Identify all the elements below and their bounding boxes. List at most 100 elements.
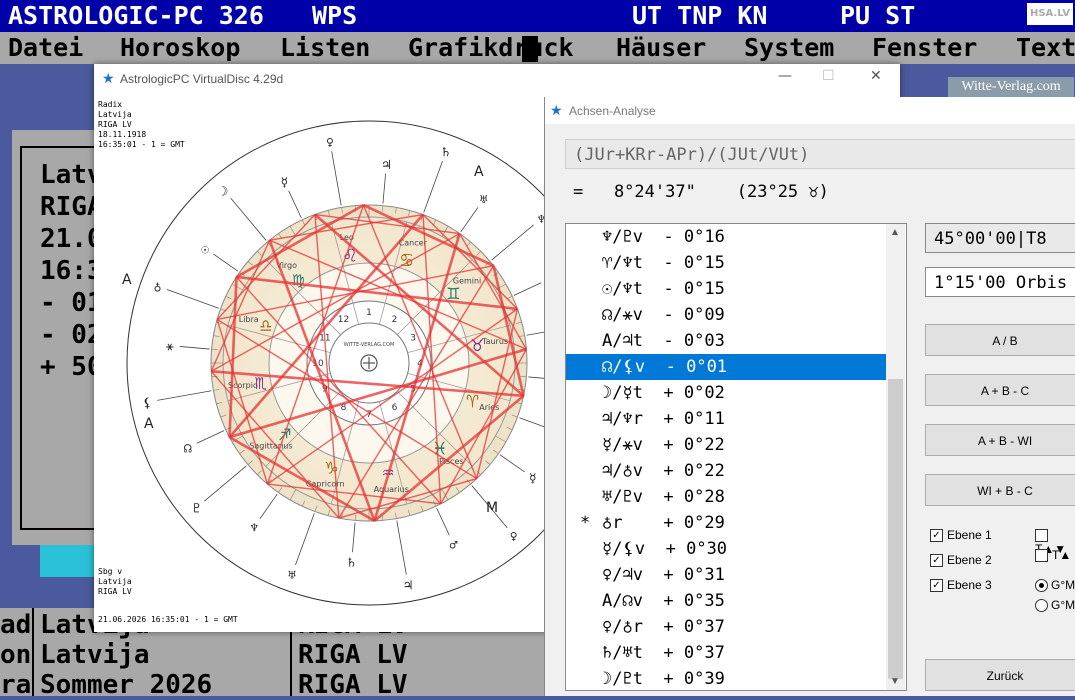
ebene-1-checkbox[interactable]: ✓ Ebene 1 (930, 528, 992, 543)
aspect-list-row[interactable]: ☽/♇t + 0°39 (566, 666, 886, 690)
checkbox-icon[interactable] (1035, 529, 1048, 543)
angle-field[interactable]: 45°00'00|T8 (925, 223, 1075, 253)
menu-text[interactable]: Text (1016, 33, 1075, 63)
a-plus-b-minus-c-button[interactable]: A + B - C (925, 374, 1075, 406)
analysis-titlebar: ★ Achsen-Analyse (545, 97, 1075, 124)
aspect-list-row[interactable]: ♀/♃v + 0°31 (566, 562, 886, 588)
status-indicator-2: PU ST (840, 1, 916, 30)
aspect-list-row[interactable]: ☊/⚸v - 0°01 (566, 354, 886, 380)
planet-pointer (331, 151, 342, 206)
scroll-up-icon[interactable]: ▲ (890, 227, 900, 238)
row-text: ☊/⚸v - 0°01 (602, 357, 728, 377)
planet-pointer (460, 207, 479, 233)
hsa-badge: HSA.LV (1027, 3, 1073, 25)
planet-glyph-icon: ☿ (281, 176, 289, 191)
menu-listen[interactable]: Listen (280, 33, 370, 63)
menu-system[interactable]: System (744, 33, 834, 63)
menu-datei[interactable]: Datei (8, 33, 83, 63)
radio-on-icon[interactable] (1035, 579, 1048, 593)
planet-pointer (352, 522, 356, 553)
checkbox-icon[interactable]: ✓ (930, 529, 943, 543)
scroll-down-icon[interactable]: ▼ (890, 676, 900, 687)
aspect-list-row[interactable]: ♅/♇v + 0°28 (566, 484, 886, 510)
aspect-list-row[interactable]: ☿/⚹v + 0°22 (566, 432, 886, 458)
row-text: ♄/♅t + 0°37 (602, 643, 725, 663)
app-title: ASTROLOGIC-PC 326 (8, 1, 264, 30)
ebene-3-checkbox[interactable]: ✓ Ebene 3 (930, 578, 992, 593)
axis-analysis-window: ★ Achsen-Analyse (JUr+KRr-APr)/(JUt/VUt)… (544, 97, 1075, 696)
planet-pointer (499, 454, 525, 473)
planet-glyph-icon: ♀ (326, 135, 334, 150)
house-number: 1 (366, 308, 372, 318)
sign-name: Cancer (399, 239, 428, 248)
aspect-list-row[interactable]: ☿/⚸v + 0°30 (566, 536, 886, 562)
checkbox-icon[interactable]: ✓ (930, 554, 943, 568)
checkbox-icon[interactable]: ✓ (930, 579, 943, 593)
divider (32, 608, 34, 696)
aspect-list-row[interactable]: A/☊v + 0°35 (566, 588, 886, 614)
back-button[interactable]: Zurück (925, 659, 1075, 691)
axis-letter-a-lower: A (144, 416, 154, 432)
planet-pointer (213, 253, 239, 272)
menu-fenster[interactable]: Fenster (872, 33, 977, 63)
aspect-list-row[interactable]: ☽/☿t + 0°02 (566, 380, 886, 406)
aspect-list-row[interactable]: ♃/♆r + 0°11 (566, 406, 886, 432)
axis-letter-m-lower: M (486, 500, 499, 516)
formula-field[interactable]: (JUr+KRr-APr)/(JUt/VUt) (565, 139, 1075, 169)
a-b-button[interactable]: A / B (925, 324, 1075, 356)
planet-pointer (423, 160, 443, 213)
sign-glyph-icon: ♍ (292, 267, 304, 291)
orbis-field[interactable]: 1°15'00 Orbis (925, 267, 1075, 297)
sign-glyph-icon: ♎ (260, 313, 272, 337)
close-button[interactable]: ✕ (870, 68, 882, 84)
horoscope-wheel: 456789101112123 Leo♌Virgo♍Libra♎Scorpio♏… (126, 120, 564, 606)
planet-pointer (230, 198, 267, 241)
aspect-list-row[interactable]: ♄/♅t + 0°37 (566, 640, 886, 666)
publisher-link[interactable]: Witte-Verlag.com (948, 77, 1074, 97)
wi-plus-b-minus-c-button[interactable]: WI + B - C (925, 474, 1075, 506)
checkbox-label: Ebene 3 (947, 578, 992, 592)
list-scrollbar[interactable]: ▲ ▼ (886, 224, 905, 690)
planet-glyph-icon: ♄ (348, 556, 356, 571)
row-text: ♀/♁r + 0°37 (602, 617, 725, 637)
a-plus-b-minus-wi-button[interactable]: A + B - WI (925, 424, 1075, 456)
gm-radio-1[interactable]: G°M (1035, 578, 1075, 593)
planet-glyph-icon: ♃ (383, 158, 391, 173)
app-star-icon: ★ (550, 102, 563, 118)
aspect-list-row[interactable]: ♃/♁v + 0°22 (566, 458, 886, 484)
row-text: ☽/☿t + 0°02 (602, 383, 725, 403)
menu-grafikdruck[interactable]: Grafikdruck (408, 33, 574, 63)
checkbox-label: Ebene 2 (947, 553, 992, 567)
aspect-list-row[interactable]: ☊/⚹v - 0°09 (566, 302, 886, 328)
t-up-checkbox[interactable]: T▲ (1035, 548, 1071, 563)
aspect-list-row[interactable]: ♀/♁r + 0°37 (566, 614, 886, 640)
row-text: ♃/♁v + 0°22 (602, 461, 725, 481)
menu-horoskop[interactable]: Horoskop (120, 33, 240, 63)
planet-glyph-icon: ♃ (404, 579, 412, 594)
formula-result: = 8°24'37" (23°25 ♉) (573, 182, 829, 202)
list-cell: ad (0, 610, 32, 640)
ebene-2-checkbox[interactable]: ✓ Ebene 2 (930, 553, 992, 568)
aspect-list-row[interactable]: * ♁r + 0°29 (566, 510, 886, 536)
scroll-thumb[interactable] (888, 379, 903, 679)
checkbox-label: Ebene 1 (947, 528, 992, 542)
planet-glyph-icon: ⚸ (143, 396, 153, 411)
menu-haeuser[interactable]: Häuser (616, 33, 706, 63)
axis-letter-a-left: A (122, 272, 132, 288)
maximize-button[interactable]: ☐ (822, 68, 835, 84)
list-cell[interactable]: Latvija (40, 640, 150, 670)
checkbox-icon[interactable] (1035, 549, 1048, 563)
house-number: 2 (392, 315, 398, 325)
aspect-list-row[interactable]: ♈/♆t - 0°15 (566, 250, 886, 276)
aspect-list-row[interactable]: ♆/♇v - 0°16 (566, 224, 886, 250)
app-title-bar: ASTROLOGIC-PC 326 WPS UT TNP KN PU ST HS… (0, 0, 1075, 32)
minimize-button[interactable]: — (778, 68, 792, 84)
aspect-list[interactable]: ♆/♇v - 0°16 ♈/♆t - 0°15 ☉/♆t - 0°15 ☊/⚹v - … (565, 223, 907, 691)
radio-off-icon[interactable] (1035, 599, 1048, 613)
gm-radio-2[interactable]: G°M (1035, 598, 1075, 613)
aspect-list-row[interactable]: ☉/♆t - 0°15 (566, 276, 886, 302)
house-number: 3 (410, 334, 416, 344)
row-text: ♃/♆r + 0°11 (602, 409, 725, 429)
aspect-list-row[interactable]: A/♃t - 0°03 (566, 328, 886, 354)
planet-pointer (196, 430, 225, 444)
